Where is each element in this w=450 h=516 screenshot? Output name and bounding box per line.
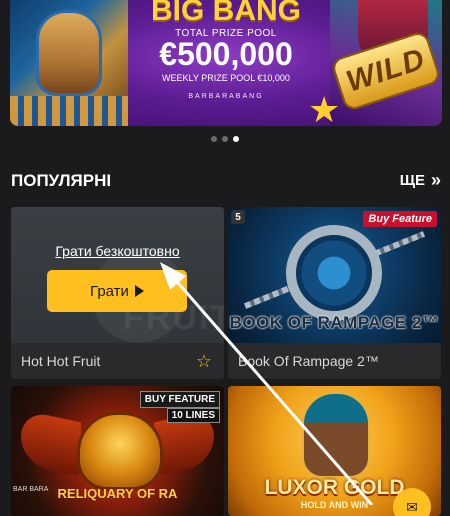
chevron-double-right-icon: » (430, 170, 441, 190)
banner-amount: €500,000 (159, 36, 293, 72)
provider-badge: 5 (231, 210, 245, 224)
free-play-link[interactable]: Грати безкоштовно (11, 243, 224, 259)
game-card[interactable]: FRUIT Грати безкоштовно Грати Hot Hot Fr… (11, 207, 224, 379)
game-card-footer: Book Of Rampage 2™ (228, 343, 441, 379)
wing-art-left (21, 409, 81, 477)
buy-feature-badge: Buy Feature (363, 211, 437, 227)
game-card[interactable]: LUXOR GOLD HOLD AND WIN ✉ (228, 386, 441, 516)
hero-banner[interactable]: WILD BIG BANG TOTAL PRIZE POOL €500,000 … (10, 0, 442, 126)
more-link[interactable]: ЩЕ » (400, 170, 441, 191)
game-thumbnail: BUY FEATURE 10 LINES BAR BARA RELIQUARY … (11, 386, 224, 516)
game-logo: RELIQUARY OF RA (57, 486, 178, 501)
game-title: Hot Hot Fruit (21, 353, 101, 369)
banner-brand: BARBARABANG (188, 93, 264, 100)
game-thumbnail: FRUIT Грати безкоштовно Грати (11, 207, 224, 343)
game-logo: BOOK OF RAMPAGE 2™ (229, 313, 440, 332)
carousel-dots (0, 136, 450, 142)
play-label: Грати (90, 282, 129, 300)
lines-badge: 10 LINES (166, 408, 220, 423)
scarab-art (77, 412, 163, 490)
game-title: Book Of Rampage 2™ (238, 353, 379, 369)
carousel-dot-active[interactable] (233, 136, 239, 142)
banner-title: BIG BANG (151, 0, 301, 27)
game-card-footer: Hot Hot Fruit ☆ (11, 343, 224, 379)
game-thumbnail: 5 Buy Feature BOOK OF RAMPAGE 2™ (228, 207, 441, 343)
play-icon (134, 285, 144, 297)
carousel-dot[interactable] (211, 136, 217, 142)
banner-weekly-label: WEEKLY PRIZE POOL €10,000 (162, 73, 290, 83)
queen-art (302, 392, 370, 478)
star-icon: ★ (308, 89, 341, 127)
medallion-art (286, 225, 382, 321)
game-card[interactable]: 5 Buy Feature BOOK OF RAMPAGE 2™ Book Of… (228, 207, 441, 379)
section-title: ПОПУЛЯРНІ (11, 171, 112, 190)
game-card[interactable]: BUY FEATURE 10 LINES BAR BARA RELIQUARY … (11, 386, 224, 516)
carousel-dot[interactable] (222, 136, 228, 142)
star-outline-icon[interactable]: ☆ (196, 351, 212, 372)
play-button[interactable]: Грати (47, 270, 187, 312)
more-label: ЩЕ (399, 172, 425, 189)
pharaoh-collar (10, 96, 128, 126)
buy-feature-badge: BUY FEATURE (139, 391, 220, 408)
